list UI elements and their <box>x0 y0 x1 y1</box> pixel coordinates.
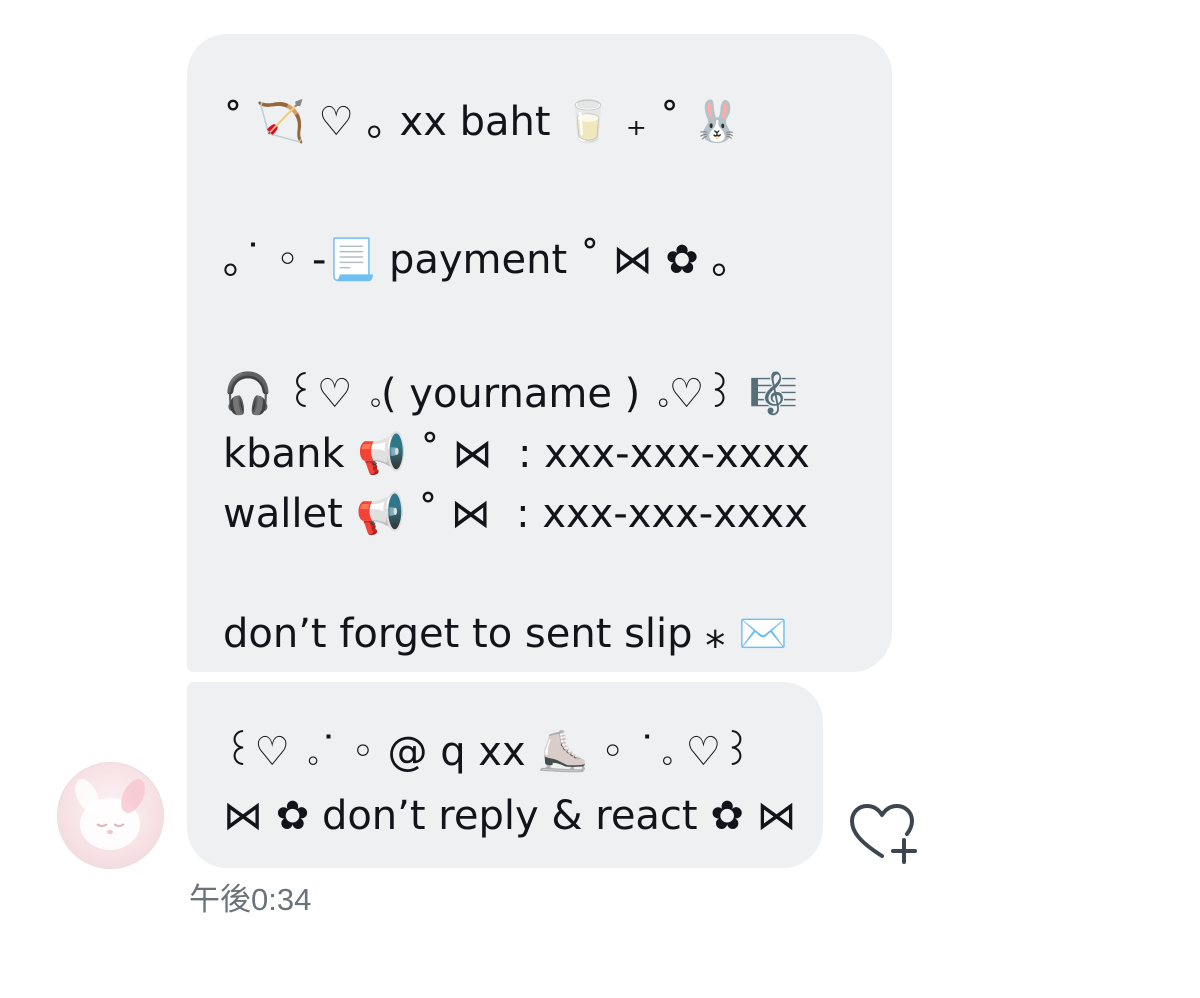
message-bubble-notice[interactable]: ꒰♡ ｡˙ ◦ @ q xx ⛸️ ◦ ˙｡ ♡꒱ ⋈ ✿ don’t repl… <box>187 682 823 868</box>
message-line: kbank 📢 ˚ ⋈ : xxx-xxx-xxxx <box>223 431 810 477</box>
message-line: ˚ 🏹 ♡ ｡ xx baht 🥛 ₊ ˚ 🐰 <box>223 99 743 145</box>
message-line: wallet 📢 ˚ ⋈ : xxx-xxx-xxxx <box>223 491 808 537</box>
message-bubble-payment[interactable]: ˚ 🏹 ♡ ｡ xx baht 🥛 ₊ ˚ 🐰 ｡˙ ◦ -📃 payment … <box>187 34 892 672</box>
message-timestamp: 午後0:34 <box>189 882 312 917</box>
message-line: ꒰♡ ｡˙ ◦ @ q xx ⛸️ ◦ ˙｡ ♡꒱ <box>223 729 753 775</box>
avatar[interactable] <box>57 762 164 869</box>
message-line: ｡˙ ◦ -📃 payment ˚ ⋈ ✿ ｡ <box>223 237 732 283</box>
avatar-image-icon <box>75 779 145 850</box>
message-line: ⋈ ✿ don’t reply & react ✿ ⋈ <box>223 793 793 839</box>
react-heart-button[interactable] <box>846 800 918 866</box>
heart-plus-icon <box>850 804 917 864</box>
message-line: don’t forget to sent slip ⁎ ✉️ <box>223 611 788 657</box>
message-line: 🎧 ꒰♡ ｡( yourname ) ｡♡꒱ 🎼 <box>223 371 799 417</box>
